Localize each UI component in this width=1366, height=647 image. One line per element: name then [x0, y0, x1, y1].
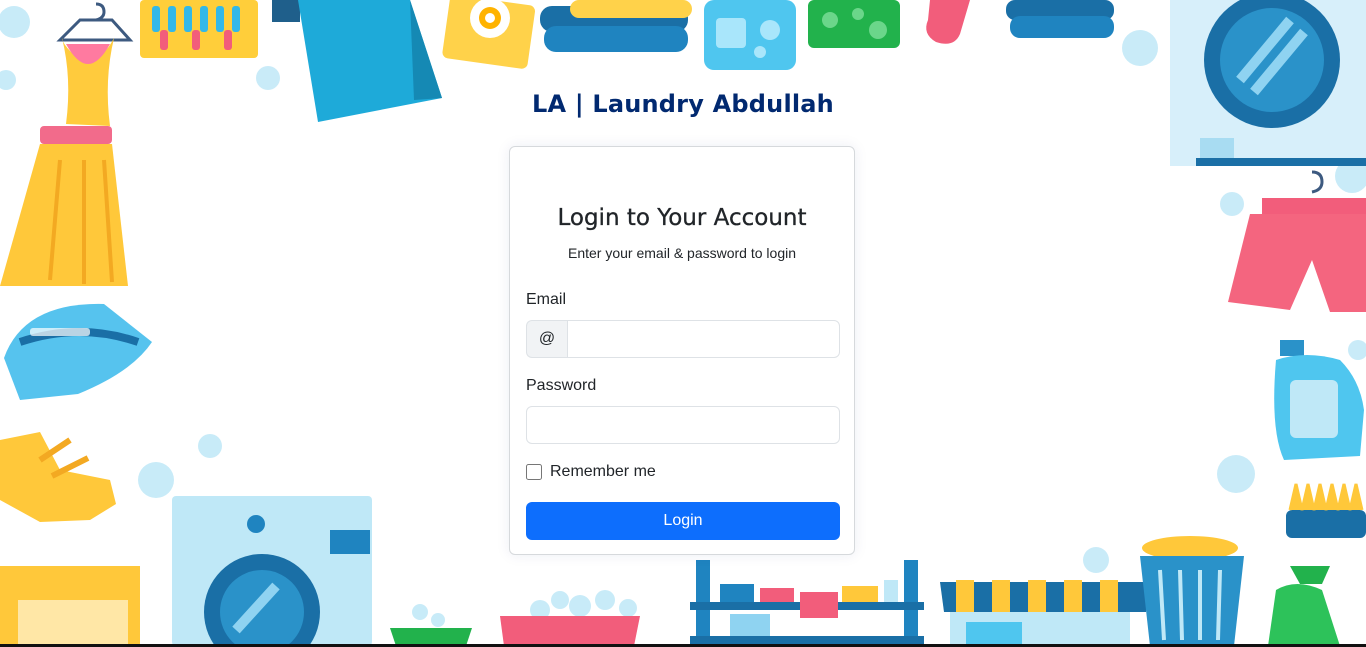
- password-field[interactable]: [526, 406, 840, 444]
- login-title: Login to Your Account: [557, 205, 807, 231]
- laundry-basket-icon: [1140, 536, 1244, 646]
- remember-me-checkbox[interactable]: [526, 464, 542, 480]
- bubbles-icon: [390, 616, 640, 646]
- sponge-icon: [808, 0, 900, 48]
- detergent-jug-icon: [1274, 340, 1364, 460]
- detergent-bottle-icon: [704, 0, 796, 70]
- email-label: Email: [526, 291, 567, 308]
- laundry-basket-icon: [140, 0, 258, 58]
- shorts-icon: [1228, 170, 1366, 312]
- washing-machine-icon: [1170, 0, 1366, 166]
- password-label: Password: [526, 377, 597, 394]
- rubber-gloves-icon: [0, 432, 116, 522]
- email-input-group: @: [526, 320, 840, 358]
- remember-me-row: Remember me: [526, 463, 656, 481]
- dress-icon: [0, 2, 134, 286]
- shelf-icon: [690, 560, 924, 646]
- shop-awning-icon: [940, 580, 1150, 646]
- login-subtitle: Enter your email & password to login: [568, 245, 796, 261]
- brand-title: LA | Laundry Abdullah: [532, 90, 834, 118]
- remember-me-label[interactable]: Remember me: [550, 463, 656, 481]
- washing-machine-icon: [172, 496, 372, 647]
- email-field[interactable]: [567, 320, 840, 358]
- login-card: Login to Your Account Enter your email &…: [509, 146, 855, 555]
- soap-box-icon: [442, 0, 535, 69]
- folded-towels-icon: [540, 0, 692, 52]
- brush-icon: [1286, 483, 1366, 538]
- login-button[interactable]: Login: [526, 502, 840, 540]
- glove-icon: [926, 0, 970, 44]
- laundry-basket-icon: [0, 566, 140, 646]
- iron-icon: [4, 303, 152, 400]
- folded-towels-icon: [1006, 0, 1114, 38]
- spray-bottle-icon: [1268, 566, 1340, 646]
- at-sign-icon: @: [526, 320, 567, 358]
